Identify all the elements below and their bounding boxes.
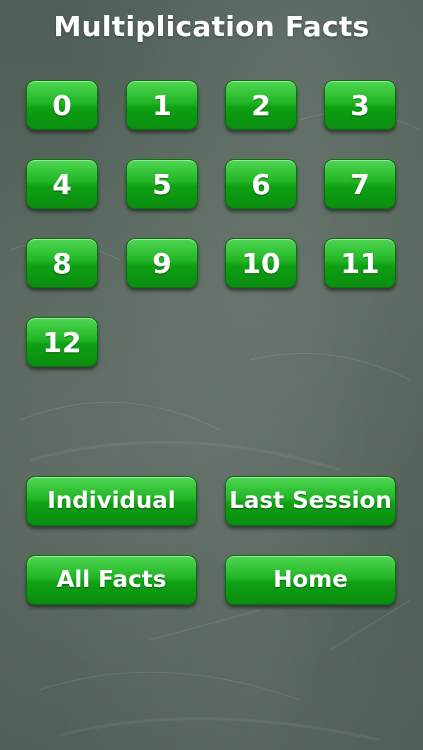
number-4-button[interactable]: 4: [26, 159, 98, 209]
number-0-button[interactable]: 0: [26, 80, 98, 130]
number-8-button[interactable]: 8: [26, 238, 98, 288]
home-button[interactable]: Home: [225, 555, 396, 605]
number-3-button[interactable]: 3: [324, 80, 396, 130]
individual-button[interactable]: Individual: [26, 476, 197, 526]
page-title: Multiplication Facts: [53, 10, 370, 43]
number-2-button[interactable]: 2: [225, 80, 297, 130]
number-10-button[interactable]: 10: [225, 238, 297, 288]
all-facts-button[interactable]: All Facts: [26, 555, 197, 605]
number-11-button[interactable]: 11: [324, 238, 396, 288]
number-9-button[interactable]: 9: [126, 238, 198, 288]
last-session-button[interactable]: Last Session: [225, 476, 396, 526]
number-7-button[interactable]: 7: [324, 159, 396, 209]
number-12-button[interactable]: 12: [26, 317, 98, 367]
number-1-button[interactable]: 1: [126, 80, 198, 130]
number-5-button[interactable]: 5: [126, 159, 198, 209]
number-6-button[interactable]: 6: [225, 159, 297, 209]
